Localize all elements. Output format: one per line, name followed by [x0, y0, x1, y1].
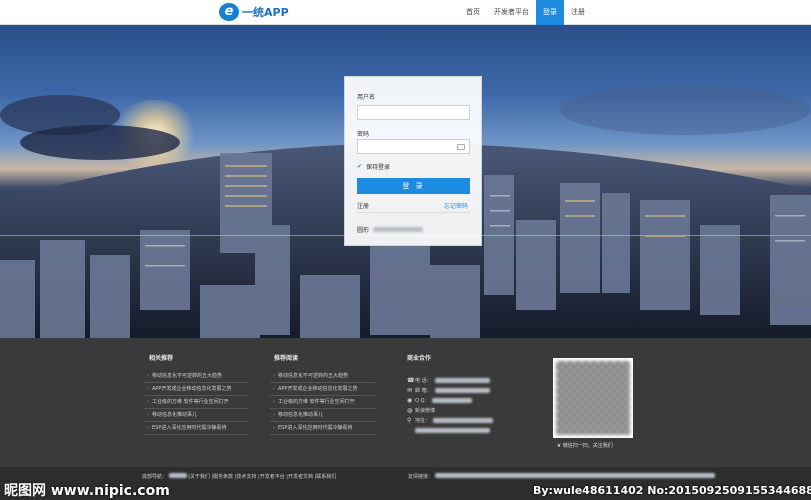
reading-item[interactable]: 工业级的方维 软件等行业空间打开: [270, 396, 375, 409]
bottom-nav-links[interactable]: |关于我们 |服务条款 |技术支持 |开发者平台 |开发者文档 |联系我们: [188, 474, 336, 480]
logo-mark-icon: e: [219, 3, 239, 21]
blurred-text: [434, 377, 490, 383]
login-button[interactable]: 登 录: [357, 178, 470, 194]
weibo-row[interactable]: ◍ 新浪微博: [407, 405, 493, 415]
main-nav: 首页 开发者平台 登录 注册: [459, 0, 811, 25]
watermark-right: By:wule48611402 No:20150925091553446881: [533, 484, 811, 497]
weibo-label: 新浪微博: [415, 407, 436, 414]
reading-item[interactable]: APP开发成企业移动信息化发展之势: [270, 383, 375, 396]
related-item[interactable]: APP开发成企业移动信息化发展之势: [144, 383, 249, 396]
login-bottom-row: 圆形: [357, 225, 424, 234]
reading-item[interactable]: 移动信息化推动事儿: [270, 409, 375, 422]
password-input[interactable]: [357, 139, 470, 154]
login-bottom-label: 圆形: [357, 227, 370, 234]
qr-code-image: [556, 361, 630, 435]
reading-item[interactable]: 移动信息化不可逆转的五大趋势: [270, 370, 375, 383]
forgot-password-link[interactable]: 忘记密码: [444, 201, 468, 210]
qq-label: Q Q：: [415, 397, 430, 404]
blurred-text: [415, 427, 490, 433]
remember-me-checkbox[interactable]: ✔ 保持登录: [357, 162, 390, 171]
divider: [357, 212, 470, 213]
location-icon: ⚲: [407, 416, 412, 424]
business-contact-list: ☎ 电 话： ✉ 邮 箱： ◉ Q Q： ◍ 新浪微博 ⚲ 地址：: [407, 375, 494, 435]
blurred-text: [433, 417, 494, 423]
related-title: 相关推荐: [149, 355, 174, 362]
login-form: 用户名 密码 ✔ 保持登录 登 录 注册 忘记密码 圆形: [344, 76, 482, 246]
logo[interactable]: e 一统APP: [219, 3, 289, 21]
remember-me-label: 保持登录: [366, 164, 391, 171]
logo-text: 一统APP: [242, 6, 289, 19]
email-icon: ✉: [407, 386, 413, 394]
reading-list: 移动信息化不可逆转的五大趋势 APP开发成企业移动信息化发展之势 工业级的方维 …: [270, 370, 375, 435]
wechat-caption: ❦ 微信扫一扫，关注我们: [557, 442, 613, 449]
friend-links: 友情链接：: [408, 473, 715, 480]
footer: 相关推荐 移动信息化不可逆转的五大趋势 APP开发成企业移动信息化发展之势 工业…: [0, 338, 811, 500]
phone-label: 电 话：: [415, 377, 432, 384]
checkmark-icon: ✔: [357, 162, 363, 170]
watermark-left: 昵图网 www.nipic.com: [4, 483, 170, 499]
reading-title: 推荐阅读: [274, 355, 299, 362]
blurred-text: [434, 387, 490, 393]
address-row-2: [407, 425, 493, 435]
bottom-nav: 底部导航： |关于我们 |服务条款 |技术支持 |开发者平台 |开发者文档 |联…: [142, 473, 336, 480]
related-item[interactable]: ESP进入深化应用时代需冷静看待: [144, 422, 249, 435]
qq-row: ◉ Q Q：: [407, 395, 493, 405]
weibo-icon: ◍: [407, 406, 413, 414]
blurred-text: [434, 473, 715, 478]
nav-developer-platform[interactable]: 开发者平台: [487, 0, 536, 25]
related-item[interactable]: 移动信息化推动事儿: [144, 409, 249, 422]
page: e 一统APP 首页 开发者平台 登录 注册 用户名 密码 ✔ 保持登录 登 录…: [0, 0, 811, 500]
related-item[interactable]: 移动信息化不可逆转的五大趋势: [144, 370, 249, 383]
blurred-text: [432, 397, 473, 403]
blurred-text: [373, 227, 424, 232]
phone-icon: ☎: [407, 376, 415, 384]
blurred-text: [168, 473, 187, 478]
qr-code: [553, 358, 633, 438]
friend-links-label: 友情链接：: [408, 474, 434, 480]
address-row: ⚲ 地址：: [407, 415, 494, 425]
top-header: e 一统APP 首页 开发者平台 登录 注册: [0, 0, 811, 25]
wechat-icon: ❦: [557, 443, 562, 449]
username-label: 用户名: [357, 94, 376, 101]
reading-item[interactable]: ESP进入深化应用时代需冷静看待: [270, 422, 375, 435]
qq-icon: ◉: [407, 396, 413, 404]
email-label: 邮 箱：: [415, 387, 432, 394]
email-row: ✉ 邮 箱：: [407, 385, 493, 395]
address-label: 地址：: [415, 417, 431, 424]
related-item[interactable]: 工业级的方维 软件等行业空间打开: [144, 396, 249, 409]
username-input[interactable]: [357, 105, 470, 120]
nav-home[interactable]: 首页: [459, 0, 487, 25]
keyboard-icon[interactable]: [457, 144, 465, 150]
wechat-label: 微信扫一扫，关注我们: [562, 443, 613, 449]
business-title: 商业合作: [407, 355, 432, 362]
register-link[interactable]: 注册: [357, 201, 369, 210]
related-list: 移动信息化不可逆转的五大趋势 APP开发成企业移动信息化发展之势 工业级的方维 …: [144, 370, 249, 435]
password-label: 密码: [357, 131, 370, 138]
phone-row: ☎ 电 话：: [407, 375, 493, 385]
nav-login[interactable]: 登录: [536, 0, 564, 25]
nav-register[interactable]: 注册: [564, 0, 592, 25]
